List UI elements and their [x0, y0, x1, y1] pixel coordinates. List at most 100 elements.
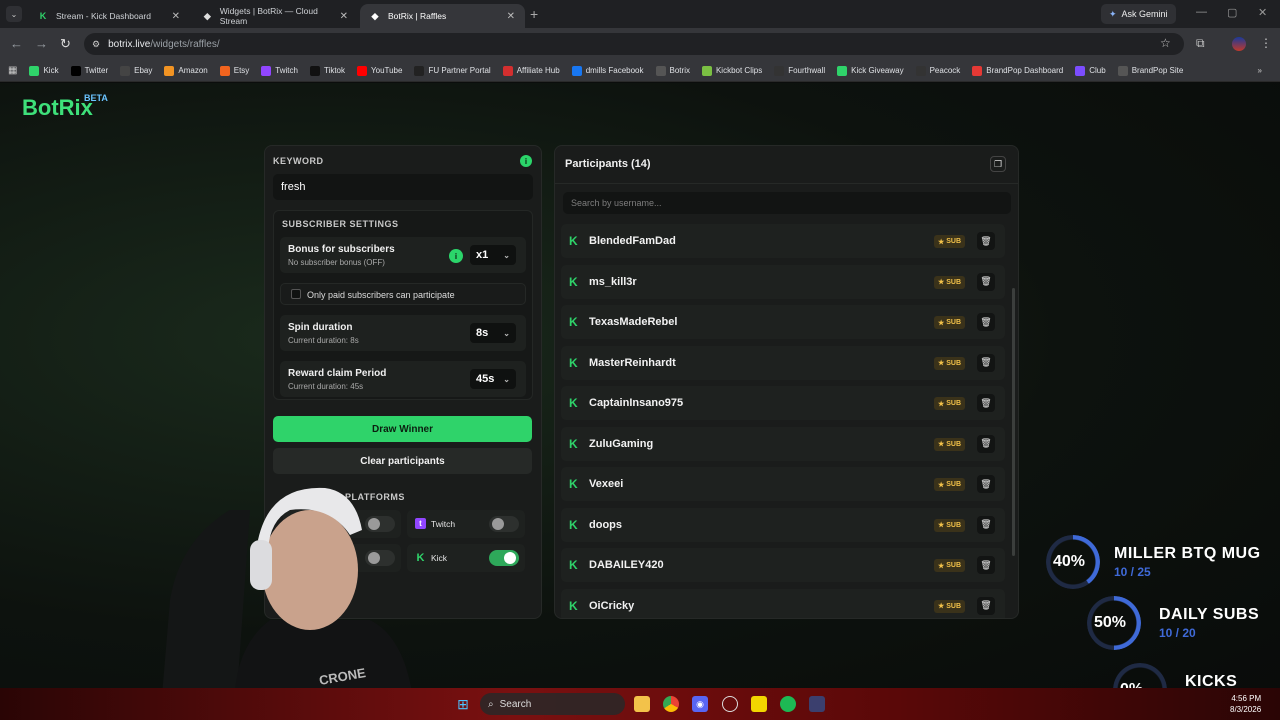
sub-badge-label: SUB [946, 238, 961, 245]
bookmark-item[interactable]: Kick [29, 65, 59, 76]
bookmark-item[interactable]: Amazon [164, 65, 208, 76]
spotify-icon[interactable] [780, 696, 796, 712]
close-icon[interactable]: ✕ [172, 11, 180, 22]
tab-list-button[interactable]: ⌄ [6, 6, 22, 22]
bookmark-item[interactable]: Peacock [915, 65, 960, 76]
kick-icon: K [569, 274, 578, 289]
keyword-input[interactable]: fresh [273, 174, 533, 200]
back-icon[interactable]: ← [10, 36, 23, 51]
more-bookmarks-icon[interactable]: » [1258, 66, 1262, 75]
delete-participant-icon[interactable]: 🗑 [977, 272, 995, 291]
star-icon: ★ [937, 400, 945, 408]
participant-row[interactable]: K TexasMadeRebel ★ SUB 🗑 [561, 305, 1005, 339]
kickbot-icon [701, 65, 712, 76]
participant-row[interactable]: K Vexeei ★ SUB 🗑 [561, 467, 1005, 501]
minimize-icon[interactable]: — [1196, 6, 1207, 18]
participant-row[interactable]: Kms_kill3r ★ SUB 🗑 [561, 264, 1005, 299]
apps-grid-icon[interactable]: ▦ [8, 65, 17, 76]
delete-participant-icon[interactable]: 🗑 [977, 394, 995, 412]
spin-duration-value: 8s [476, 327, 489, 339]
clear-participants-button[interactable]: Clear participants [273, 448, 532, 474]
app-icon[interactable] [809, 696, 825, 712]
delete-participant-icon[interactable]: 🗑 [977, 596, 995, 615]
menu-icon[interactable]: ⋮ [1260, 36, 1272, 50]
spin-duration-select[interactable]: 8s ⌄ [470, 323, 516, 343]
delete-participant-icon[interactable]: 🗑 [977, 232, 995, 250]
bookmark-item[interactable]: Club [1075, 65, 1106, 76]
bookmark-item[interactable]: dmills Facebook [571, 65, 644, 76]
bookmark-item[interactable]: BrandPop Dashboard [972, 65, 1064, 76]
bonus-multiplier-select[interactable]: x1 ⌄ [470, 245, 516, 265]
obs-icon[interactable] [722, 696, 738, 712]
close-icon[interactable]: ✕ [340, 11, 348, 22]
participant-row[interactable]: Kdoops ★ SUB 🗑 [561, 507, 1005, 542]
kick-toggle[interactable] [489, 550, 519, 566]
star-icon: ★ [937, 603, 945, 610]
bookmark-item[interactable]: Tiktok [309, 65, 345, 76]
bookmark-item[interactable]: Kickbot Clips [701, 65, 762, 76]
delete-participant-icon[interactable]: 🗑 [977, 434, 995, 453]
ask-gemini-button[interactable]: ✦ Ask Gemini [1101, 4, 1176, 24]
delete-participant-icon[interactable]: 🗑 [977, 556, 995, 574]
bookmark-item[interactable]: Ebay [120, 65, 152, 76]
botrix-logo[interactable]: BotRix BETA [22, 93, 108, 121]
profile-avatar[interactable] [1232, 37, 1246, 51]
goal-percent: 40% [1053, 553, 1086, 570]
bookmark-item[interactable]: BrandPop Site [1117, 65, 1183, 76]
bookmark-star-icon[interactable]: ☆ [1160, 36, 1171, 50]
claim-period-select[interactable]: 45s ⌄ [470, 369, 516, 389]
bookmark-item[interactable]: Twitter [70, 65, 108, 76]
tab-widgets[interactable]: ◆ Widgets | BotRix — Cloud Stream ✕ [193, 4, 358, 28]
bookmark-item[interactable]: Etsy [219, 65, 249, 76]
etsy-icon [219, 65, 230, 76]
bookmark-item[interactable]: Fourthwall [774, 65, 825, 76]
bookmark-item[interactable]: Affiliate Hub [502, 65, 560, 76]
reload-icon[interactable]: ↻ [60, 36, 71, 52]
star-icon: ★ [937, 238, 945, 246]
address-bar[interactable]: ⚙ botrix.live/widgets/raffles/ [84, 33, 1184, 55]
chrome-icon[interactable] [663, 696, 679, 712]
participant-row[interactable]: K MasterReinhardt ★ SUB 🗑 [561, 345, 1005, 380]
participant-scrollbar[interactable] [1012, 288, 1015, 556]
tab-kick-dashboard[interactable]: K Stream - Kick Dashboard ✕ [28, 4, 190, 28]
file-explorer-icon[interactable] [634, 696, 650, 712]
delete-participant-icon[interactable]: 🗑 [977, 353, 995, 372]
participant-row[interactable]: K BlendedFamDad ★ SUB 🗑 [561, 224, 1005, 258]
discord-icon[interactable]: ◉ [692, 696, 708, 712]
bookmark-item[interactable]: FU Partner Portal [414, 65, 491, 76]
delete-participant-icon[interactable]: 🗑 [977, 313, 995, 331]
extensions-icon[interactable]: ⧉ [1196, 36, 1205, 51]
tab-raffles[interactable]: ◆ BotRix | Raffles ✕ [360, 4, 525, 28]
delete-participant-icon[interactable]: 🗑 [977, 475, 995, 493]
twitch-toggle[interactable] [489, 516, 519, 532]
participant-username: Vexeei [589, 478, 624, 490]
forward-icon[interactable]: → [35, 36, 48, 51]
close-window-icon[interactable]: ✕ [1258, 6, 1267, 19]
participant-username: DABAILEY420 [589, 559, 664, 571]
new-tab-button[interactable]: + [530, 6, 538, 22]
draw-winner-button[interactable]: Draw Winner [273, 416, 532, 442]
participant-row[interactable]: K DABAILEY420 ★ SUB 🗑 [561, 548, 1005, 582]
bonus-subtitle: No subscriber bonus (OFF) [288, 258, 385, 267]
windows-start-icon[interactable]: ⊞ [455, 696, 471, 712]
sticky-notes-icon[interactable] [751, 696, 767, 712]
info-icon[interactable]: i [449, 249, 463, 263]
paid-only-checkbox[interactable] [291, 289, 301, 299]
maximize-icon[interactable]: ▢ [1227, 6, 1237, 19]
participant-row[interactable]: K ZuluGaming ★ SUB 🗑 [561, 426, 1005, 461]
bookmark-item[interactable]: YouTube [357, 65, 402, 76]
participant-search-input[interactable]: Search by username... [563, 192, 1011, 214]
bookmark-item[interactable]: Twitch [261, 65, 298, 76]
delete-participant-icon[interactable]: 🗑 [977, 515, 995, 534]
copy-icon[interactable]: ❐ [990, 156, 1006, 172]
close-icon[interactable]: ✕ [507, 11, 515, 22]
paid-only-row[interactable]: Only paid subscribers can participate [280, 283, 526, 305]
bookmark-item[interactable]: Kick Giveaway [837, 65, 904, 76]
participant-row[interactable]: K CaptainInsano975 ★ SUB 🗑 [561, 386, 1005, 420]
bookmark-label: BrandPop Dashboard [986, 66, 1064, 75]
taskbar-search[interactable]: ⌕ Search [480, 693, 625, 715]
participant-row[interactable]: K OiCricky ★ SUB 🗑 [561, 588, 1005, 618]
info-icon[interactable]: i [520, 155, 532, 167]
site-info-icon[interactable]: ⚙ [92, 39, 100, 50]
bookmark-item[interactable]: Botrix [655, 65, 690, 76]
